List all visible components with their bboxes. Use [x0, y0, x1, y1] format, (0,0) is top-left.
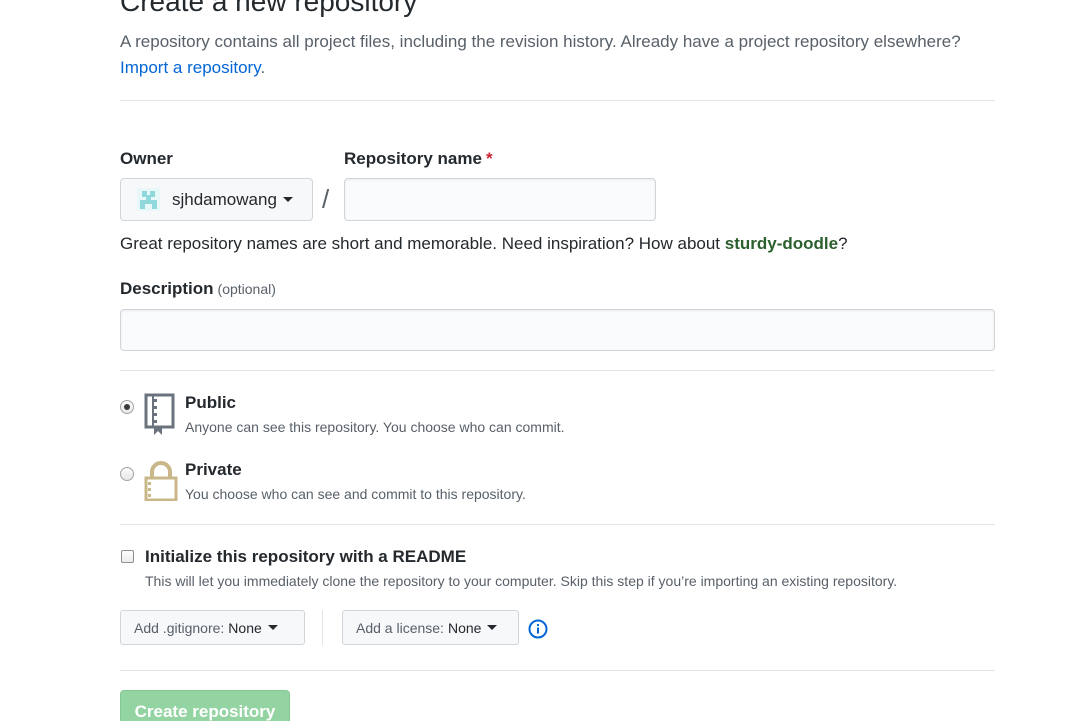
gitignore-prefix: Add .gitignore: — [134, 619, 225, 636]
public-option-desc: Anyone can see this repository. You choo… — [185, 419, 565, 435]
public-option-title: Public — [185, 393, 237, 412]
identicon-icon — [137, 188, 160, 211]
hint-text: Great repository names are short and mem… — [120, 234, 725, 253]
info-icon[interactable] — [528, 619, 548, 644]
section-divider — [120, 670, 995, 671]
license-value: None — [447, 619, 482, 636]
chevron-down-icon — [487, 625, 498, 630]
section-divider — [120, 370, 995, 371]
owner-dropdown-button[interactable]: sjhdamowang — [120, 178, 313, 221]
init-readme-desc: This will let you immediately clone the … — [145, 573, 898, 589]
init-readme-title: Initialize this repository with a README — [145, 547, 467, 566]
gitignore-select-button[interactable]: Add .gitignore: None — [120, 610, 305, 645]
chevron-down-icon — [282, 197, 293, 202]
extras-divider — [322, 610, 323, 645]
owner-repo-separator: / — [322, 184, 330, 214]
page-subtitle: A repository contains all project files,… — [120, 29, 1000, 81]
private-radio[interactable] — [120, 467, 134, 481]
repo-name-label: Repository name * — [344, 149, 493, 169]
avatar — [137, 188, 160, 211]
chevron-down-icon — [267, 625, 278, 630]
header-divider — [120, 100, 995, 101]
repo-name-label-text: Repository name — [344, 149, 482, 168]
private-option-title: Private — [185, 460, 242, 479]
name-suggestion-link[interactable]: sturdy-doodle — [725, 234, 838, 253]
optional-tag: (optional) — [217, 281, 276, 297]
public-radio[interactable] — [120, 400, 134, 414]
description-input[interactable] — [120, 309, 995, 351]
gitignore-value: None — [228, 619, 262, 636]
description-label: Description (optional) — [120, 279, 276, 299]
license-select-button[interactable]: Add a license: None — [342, 610, 519, 645]
repo-name-hint: Great repository names are short and mem… — [120, 234, 848, 254]
description-label-text: Description — [120, 279, 214, 298]
private-option-desc: You choose who can see and commit to thi… — [185, 486, 526, 502]
import-repository-link[interactable]: Import a repository — [120, 58, 260, 77]
page-title: Create a new repository — [120, 0, 418, 17]
repo-book-icon — [144, 393, 176, 440]
hint-suffix: ? — [838, 234, 848, 253]
create-repository-button[interactable]: Create repository — [120, 690, 290, 721]
license-prefix: Add a license: — [356, 619, 444, 636]
import-link-suffix: . — [260, 58, 266, 77]
section-divider — [120, 524, 995, 525]
owner-label: Owner — [120, 149, 173, 168]
repository-name-input[interactable] — [344, 178, 656, 221]
required-mark: * — [485, 149, 493, 168]
owner-name: sjhdamowang — [172, 189, 277, 209]
init-readme-checkbox[interactable] — [121, 550, 134, 563]
subtitle-text: A repository contains all project files,… — [120, 32, 961, 51]
lock-icon — [144, 461, 178, 506]
